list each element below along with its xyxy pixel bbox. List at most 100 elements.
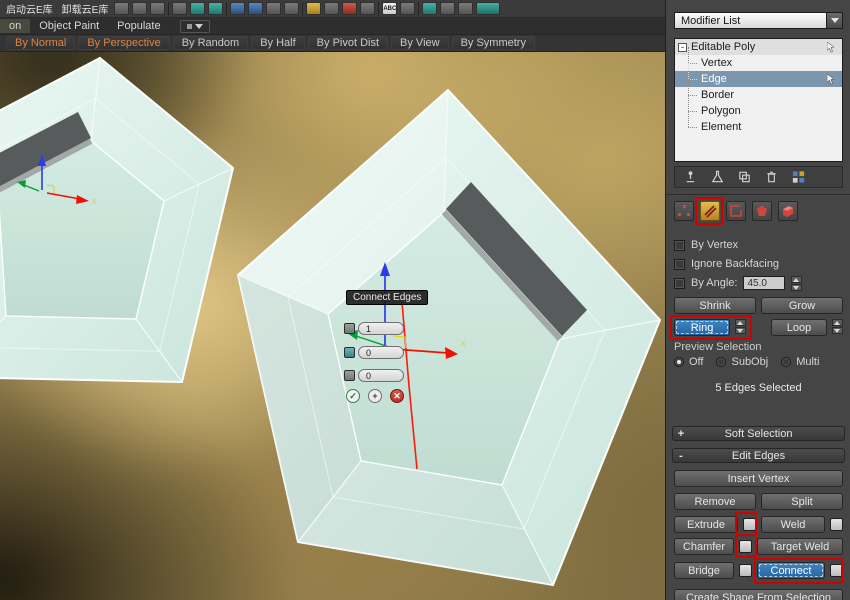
- stack-item-editable-poly[interactable]: - Editable Poly: [675, 39, 842, 55]
- ribbon-minimize-button[interactable]: [180, 20, 210, 33]
- toolbar-icon[interactable]: [342, 2, 357, 15]
- loop-button[interactable]: Loop: [771, 319, 827, 336]
- bridge-settings-button[interactable]: [739, 564, 752, 577]
- ring-spinner[interactable]: [735, 319, 746, 334]
- caddy-ok-button[interactable]: ✓: [346, 389, 360, 403]
- toolbar-icon[interactable]: [360, 2, 375, 15]
- toolbar-icon[interactable]: [476, 2, 500, 15]
- caddy-cancel-button[interactable]: ✕: [390, 389, 404, 403]
- weld-settings-button[interactable]: [830, 518, 843, 531]
- checkbox-box[interactable]: [674, 278, 685, 289]
- toolbar-icon[interactable]: [230, 2, 245, 15]
- make-unique-icon[interactable]: [737, 169, 752, 185]
- by-pivot-dist-button[interactable]: By Pivot Dist: [308, 36, 388, 50]
- vertex-subobject-icon[interactable]: [674, 201, 694, 221]
- weld-button[interactable]: Weld: [761, 516, 825, 533]
- toolbar-separator: [378, 2, 379, 16]
- ignore-backfacing-checkbox[interactable]: Ignore Backfacing: [674, 257, 843, 271]
- toolbar-icon[interactable]: [132, 2, 147, 15]
- by-symmetry-button[interactable]: By Symmetry: [452, 36, 535, 50]
- by-angle-field[interactable]: 45.0: [743, 276, 785, 290]
- by-angle-checkbox[interactable]: By Angle: 45.0: [674, 276, 843, 290]
- viewport[interactable]: x: [0, 52, 665, 600]
- create-shape-button[interactable]: Create Shape From Selection: [674, 589, 843, 600]
- collapse-icon[interactable]: -: [678, 43, 687, 52]
- stack-item-border[interactable]: Border: [675, 87, 842, 103]
- toolbar-icon[interactable]: [284, 2, 299, 15]
- slide-field[interactable]: 0: [358, 369, 404, 382]
- pin-stack-icon[interactable]: [683, 169, 698, 185]
- by-vertex-checkbox[interactable]: By Vertex: [674, 238, 843, 252]
- by-normal-button[interactable]: By Normal: [6, 36, 75, 50]
- element-subobject-icon[interactable]: [778, 201, 798, 221]
- insert-vertex-button[interactable]: Insert Vertex: [674, 470, 843, 487]
- spell-check-icon[interactable]: ABC: [382, 2, 397, 15]
- toolbar-icon[interactable]: [422, 2, 437, 15]
- ribbon-tab-selection[interactable]: on: [0, 19, 30, 33]
- dropdown-arrow-icon[interactable]: [826, 13, 842, 28]
- connect-button[interactable]: Connect: [757, 562, 825, 579]
- radio-multi[interactable]: [781, 357, 791, 367]
- ribbon-tab-populate[interactable]: Populate: [108, 19, 169, 33]
- show-end-result-icon[interactable]: [710, 169, 725, 185]
- extrude-settings-button[interactable]: [743, 518, 756, 531]
- by-view-button[interactable]: By View: [391, 36, 449, 50]
- polygon-subobject-icon[interactable]: [752, 201, 772, 221]
- toolbar-icon[interactable]: [440, 2, 455, 15]
- stack-item-edge[interactable]: Edge: [675, 71, 842, 87]
- extrude-button[interactable]: Extrude: [674, 516, 738, 533]
- by-angle-spinner[interactable]: [791, 276, 802, 291]
- bridge-button[interactable]: Bridge: [674, 562, 734, 579]
- configure-modifier-sets-icon[interactable]: [791, 169, 806, 185]
- toolbar-icon[interactable]: [150, 2, 165, 15]
- edit-edges-rollout[interactable]: - Edit Edges: [672, 448, 845, 463]
- collapse-icon[interactable]: -: [673, 450, 689, 462]
- toolbar-icon[interactable]: [248, 2, 263, 15]
- unload-cloud-plugin-button[interactable]: 卸载云E库: [59, 1, 112, 16]
- chamfer-button[interactable]: Chamfer: [674, 538, 734, 555]
- segments-field[interactable]: 1: [358, 322, 404, 335]
- ribbon-tab-object-paint[interactable]: Object Paint: [30, 19, 108, 33]
- loop-spinner[interactable]: [832, 319, 843, 334]
- stack-item-polygon[interactable]: Polygon: [675, 103, 842, 119]
- toolbar-icon[interactable]: [306, 2, 321, 15]
- toolbar-icon[interactable]: [458, 2, 473, 15]
- remove-button[interactable]: Remove: [674, 493, 756, 510]
- soft-selection-rollout[interactable]: + Soft Selection: [672, 426, 845, 441]
- by-perspective-button[interactable]: By Perspective: [78, 36, 169, 50]
- chevron-down-icon: [195, 24, 203, 29]
- modifier-list-dropdown[interactable]: Modifier List: [674, 12, 843, 29]
- ring-button[interactable]: Ring: [674, 319, 730, 336]
- shrink-button[interactable]: Shrink: [674, 297, 756, 314]
- expand-icon[interactable]: +: [673, 428, 689, 440]
- split-button[interactable]: Split: [761, 493, 843, 510]
- grow-button[interactable]: Grow: [761, 297, 843, 314]
- toolbar-icon[interactable]: [190, 2, 205, 15]
- stack-item-element[interactable]: Element: [675, 119, 842, 135]
- checkbox-box[interactable]: [674, 240, 685, 251]
- stack-item-vertex[interactable]: Vertex: [675, 55, 842, 71]
- edge-subobject-icon[interactable]: [700, 201, 720, 221]
- target-weld-button[interactable]: Target Weld: [757, 538, 843, 555]
- toolbar-icon[interactable]: [266, 2, 281, 15]
- toolbar-icon[interactable]: [208, 2, 223, 15]
- launch-cloud-plugin-button[interactable]: 启动云E库: [3, 1, 56, 16]
- chamfer-settings-button[interactable]: [739, 540, 752, 553]
- pinch-field[interactable]: 0: [358, 346, 404, 359]
- remove-modifier-icon[interactable]: [764, 169, 779, 185]
- caddy-apply-button[interactable]: +: [368, 389, 382, 403]
- radio-off[interactable]: [674, 357, 684, 367]
- toolbar-icon[interactable]: [172, 2, 187, 15]
- radio-subobj[interactable]: [716, 357, 726, 367]
- connect-settings-button[interactable]: [830, 564, 843, 577]
- selection-status: 5 Edges Selected: [674, 382, 843, 394]
- toolbar-icon[interactable]: [324, 2, 339, 15]
- chamfer-targetweld-row: Chamfer Target Weld: [674, 538, 843, 555]
- toolbar-icon[interactable]: [400, 2, 415, 15]
- cursor-icon: [827, 42, 837, 53]
- border-subobject-icon[interactable]: [726, 201, 746, 221]
- by-random-button[interactable]: By Random: [173, 36, 248, 50]
- checkbox-box[interactable]: [674, 259, 685, 270]
- by-half-button[interactable]: By Half: [251, 36, 304, 50]
- toolbar-icon[interactable]: [114, 2, 129, 15]
